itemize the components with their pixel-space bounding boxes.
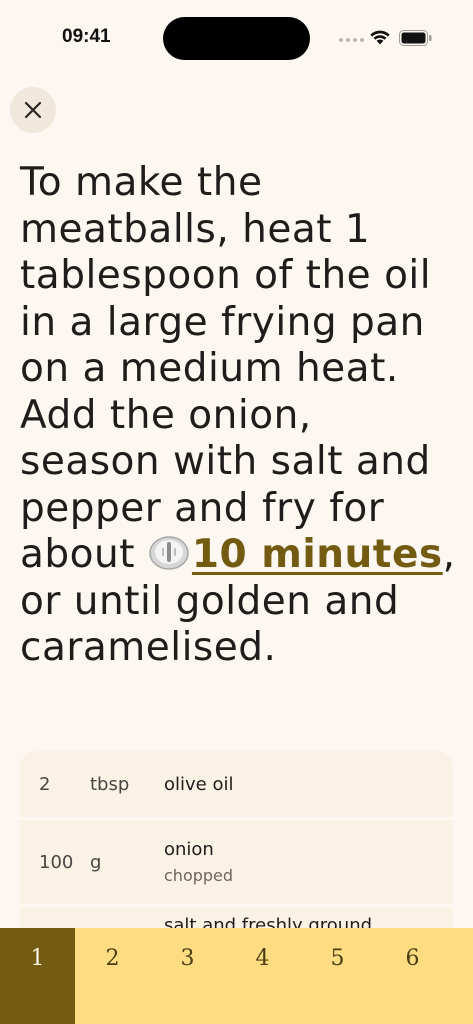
timer-icon [149, 536, 189, 570]
ingredient-qty: 100 [39, 851, 74, 873]
step-tab-4[interactable]: 4 [225, 928, 300, 1024]
instruction-text: To make the meatballs, heat 1 tablespoon… [20, 160, 432, 577]
ingredient-qty: 2 [39, 773, 51, 795]
step-tab-3[interactable]: 3 [150, 928, 225, 1024]
ingredient-name: olive oil [164, 773, 234, 795]
step-tab-6[interactable]: 6 [375, 928, 450, 1024]
ingredient-name: onion [164, 839, 214, 860]
timer-label: 10 minutes [191, 532, 443, 577]
battery-icon [399, 30, 432, 46]
close-icon [24, 101, 42, 119]
ingredient-row: 100 g onion chopped [20, 820, 453, 904]
wifi-icon [370, 30, 390, 45]
step-tab-2[interactable]: 2 [75, 928, 150, 1024]
ingredient-row: 2 tbsp olive oil [20, 751, 453, 817]
ingredient-unit: g [90, 851, 102, 873]
dynamic-island [163, 17, 310, 60]
ingredient-note: chopped [164, 866, 234, 885]
cellular-signal-icon [339, 38, 364, 42]
ingredient-unit: tbsp [90, 773, 130, 795]
step-tab-1[interactable]: 1 [0, 928, 75, 1024]
close-button[interactable] [10, 87, 56, 133]
status-bar: 09:41 [0, 0, 473, 76]
status-time: 09:41 [62, 26, 111, 47]
step-instruction: To make the meatballs, heat 1 tablespoon… [20, 160, 460, 672]
step-navigation: 1 2 3 4 5 6 [0, 928, 473, 1024]
step-tab-5[interactable]: 5 [300, 928, 375, 1024]
timer-link[interactable]: 10 minutes [148, 532, 443, 577]
